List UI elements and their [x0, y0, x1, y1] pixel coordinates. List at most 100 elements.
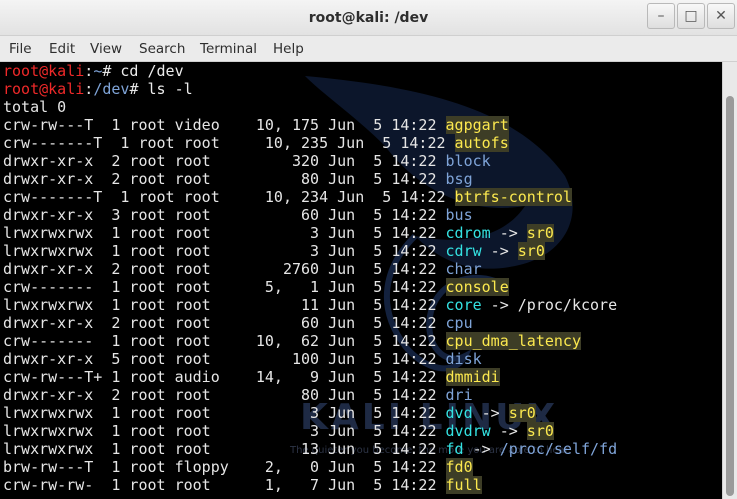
scrollbar[interactable] — [722, 62, 737, 499]
file-meta: drwxr-xr-x 2 root root 80 Jun 5 14:22 — [3, 170, 446, 188]
file-row: lrwxrwxrwx 1 root root 11 Jun 5 14:22 co… — [3, 296, 617, 314]
link-target: sr0 — [508, 404, 536, 422]
file-meta: crw-rw---T 1 root video 10, 175 Jun 5 14… — [3, 116, 446, 134]
file-row: drwxr-xr-x 2 root root 2760 Jun 5 14:22 … — [3, 260, 482, 278]
file-row: drwxr-xr-x 2 root root 80 Jun 5 14:22 dr… — [3, 386, 473, 404]
file-name: core — [445, 296, 482, 314]
file-meta: crw------- 1 root root 5, 1 Jun 5 14:22 — [3, 278, 446, 296]
file-name: autofs — [454, 134, 509, 152]
file-name: disk — [445, 350, 482, 368]
link-target: sr0 — [517, 242, 545, 260]
menu-view[interactable]: View — [90, 36, 122, 62]
file-meta: crw-rw---T+ 1 root audio 14, 9 Jun 5 14:… — [3, 368, 446, 386]
link-arrow: -> — [481, 296, 518, 314]
prompt-line: root@kali:/dev# ls -l — [3, 80, 193, 98]
prompt-user: root@kali — [3, 62, 85, 80]
prompt-line: root@kali:~# cd /dev — [3, 62, 184, 80]
file-row: crw-rw-rw- 1 root root 1, 7 Jun 5 14:22 … — [3, 476, 482, 494]
file-name: cdrw — [445, 242, 482, 260]
file-row: crw-------T 1 root root 10, 235 Jun 5 14… — [3, 134, 509, 152]
file-meta: drwxr-xr-x 2 root root 80 Jun 5 14:22 — [3, 386, 446, 404]
file-row: lrwxrwxrwx 1 root root 3 Jun 5 14:22 cdr… — [3, 242, 545, 260]
file-meta: crw------- 1 root root 10, 62 Jun 5 14:2… — [3, 332, 446, 350]
file-meta: lrwxrwxrwx 1 root root 3 Jun 5 14:22 — [3, 422, 446, 440]
maximize-icon[interactable]: □ — [677, 3, 705, 29]
file-meta: drwxr-xr-x 2 root root 60 Jun 5 14:22 — [3, 314, 446, 332]
file-meta: crw-------T 1 root root 10, 234 Jun 5 14… — [3, 188, 455, 206]
prompt-path: /dev — [93, 80, 130, 98]
file-row: lrwxrwxrwx 1 root root 3 Jun 5 14:22 dvd… — [3, 422, 554, 440]
link-target: /proc/kcore — [517, 296, 618, 314]
file-row: crw-rw---T 1 root video 10, 175 Jun 5 14… — [3, 116, 509, 134]
menu-bar: File Edit View Search Terminal Help — [0, 36, 737, 62]
file-row: crw-------T 1 root root 10, 234 Jun 5 14… — [3, 188, 572, 206]
link-target: sr0 — [526, 224, 554, 242]
file-name: cdrom — [445, 224, 491, 242]
file-name: cpu_dma_latency — [445, 332, 581, 350]
file-row: drwxr-xr-x 2 root root 60 Jun 5 14:22 cp… — [3, 314, 473, 332]
file-name: dvd — [445, 404, 473, 422]
command-text: ls -l — [147, 80, 193, 98]
window-title: root@kali: /dev — [308, 10, 429, 26]
file-name: bus — [445, 206, 473, 224]
file-meta: drwxr-xr-x 3 root root 60 Jun 5 14:22 — [3, 206, 446, 224]
file-meta: lrwxrwxrwx 1 root root 11 Jun 5 14:22 — [3, 296, 446, 314]
file-row: crw-rw---T+ 1 root audio 14, 9 Jun 5 14:… — [3, 368, 500, 386]
file-name: fd0 — [445, 458, 473, 476]
link-target: /proc/self/fd — [499, 440, 618, 458]
close-icon[interactable]: ✕ — [707, 3, 735, 29]
terminal-window: root@kali: /dev – □ ✕ File Edit View Sea… — [0, 0, 737, 499]
file-meta: crw-rw-rw- 1 root root 1, 7 Jun 5 14:22 — [3, 476, 446, 494]
file-name: dvdrw — [445, 422, 491, 440]
total-line: total 0 — [3, 98, 67, 116]
link-arrow: -> — [490, 224, 527, 242]
file-row: lrwxrwxrwx 1 root root 13 Jun 5 14:22 fd… — [3, 440, 617, 458]
command-text: cd /dev — [120, 62, 184, 80]
file-meta: lrwxrwxrwx 1 root root 13 Jun 5 14:22 — [3, 440, 446, 458]
file-meta: brw-rw---T 1 root floppy 2, 0 Jun 5 14:2… — [3, 458, 446, 476]
prompt-user: root@kali — [3, 80, 85, 98]
file-row: lrwxrwxrwx 1 root root 3 Jun 5 14:22 cdr… — [3, 224, 554, 242]
file-meta: lrwxrwxrwx 1 root root 3 Jun 5 14:22 — [3, 404, 446, 422]
file-name: dri — [445, 386, 473, 404]
menu-terminal[interactable]: Terminal — [200, 36, 257, 62]
link-arrow: -> — [472, 404, 509, 422]
link-arrow: -> — [490, 422, 527, 440]
file-name: console — [445, 278, 509, 296]
link-arrow: -> — [481, 242, 518, 260]
prompt-path: ~ — [93, 62, 103, 80]
file-name: block — [445, 152, 491, 170]
file-row: brw-rw---T 1 root floppy 2, 0 Jun 5 14:2… — [3, 458, 473, 476]
file-name: full — [445, 476, 482, 494]
file-row: crw------- 1 root root 5, 1 Jun 5 14:22 … — [3, 278, 509, 296]
link-target: sr0 — [526, 422, 554, 440]
file-row: crw------- 1 root root 10, 62 Jun 5 14:2… — [3, 332, 581, 350]
menu-search[interactable]: Search — [139, 36, 185, 62]
file-row: drwxr-xr-x 2 root root 320 Jun 5 14:22 b… — [3, 152, 491, 170]
minimize-icon[interactable]: – — [647, 3, 675, 29]
file-name: agpgart — [445, 116, 509, 134]
file-name: char — [445, 260, 482, 278]
link-arrow: -> — [463, 440, 500, 458]
file-name: dmmidi — [445, 368, 500, 386]
terminal-output[interactable]: KALI LINUX The quieter you become, the m… — [0, 62, 722, 499]
file-meta: lrwxrwxrwx 1 root root 3 Jun 5 14:22 — [3, 224, 446, 242]
title-bar[interactable]: root@kali: /dev – □ ✕ — [0, 0, 737, 36]
menu-edit[interactable]: Edit — [49, 36, 75, 62]
file-name: bsg — [445, 170, 473, 188]
file-meta: lrwxrwxrwx 1 root root 3 Jun 5 14:22 — [3, 242, 446, 260]
file-meta: drwxr-xr-x 2 root root 2760 Jun 5 14:22 — [3, 260, 446, 278]
file-row: lrwxrwxrwx 1 root root 3 Jun 5 14:22 dvd… — [3, 404, 536, 422]
file-meta: drwxr-xr-x 5 root root 100 Jun 5 14:22 — [3, 350, 446, 368]
file-row: drwxr-xr-x 2 root root 80 Jun 5 14:22 bs… — [3, 170, 473, 188]
file-name: btrfs-control — [454, 188, 572, 206]
file-name: fd — [445, 440, 464, 458]
file-row: drwxr-xr-x 3 root root 60 Jun 5 14:22 bu… — [3, 206, 473, 224]
menu-file[interactable]: File — [9, 36, 32, 62]
window-controls: – □ ✕ — [645, 3, 735, 29]
file-name: cpu — [445, 314, 473, 332]
menu-help[interactable]: Help — [273, 36, 304, 62]
file-row: drwxr-xr-x 5 root root 100 Jun 5 14:22 d… — [3, 350, 482, 368]
scrollbar-thumb[interactable] — [726, 96, 734, 496]
file-meta: drwxr-xr-x 2 root root 320 Jun 5 14:22 — [3, 152, 446, 170]
